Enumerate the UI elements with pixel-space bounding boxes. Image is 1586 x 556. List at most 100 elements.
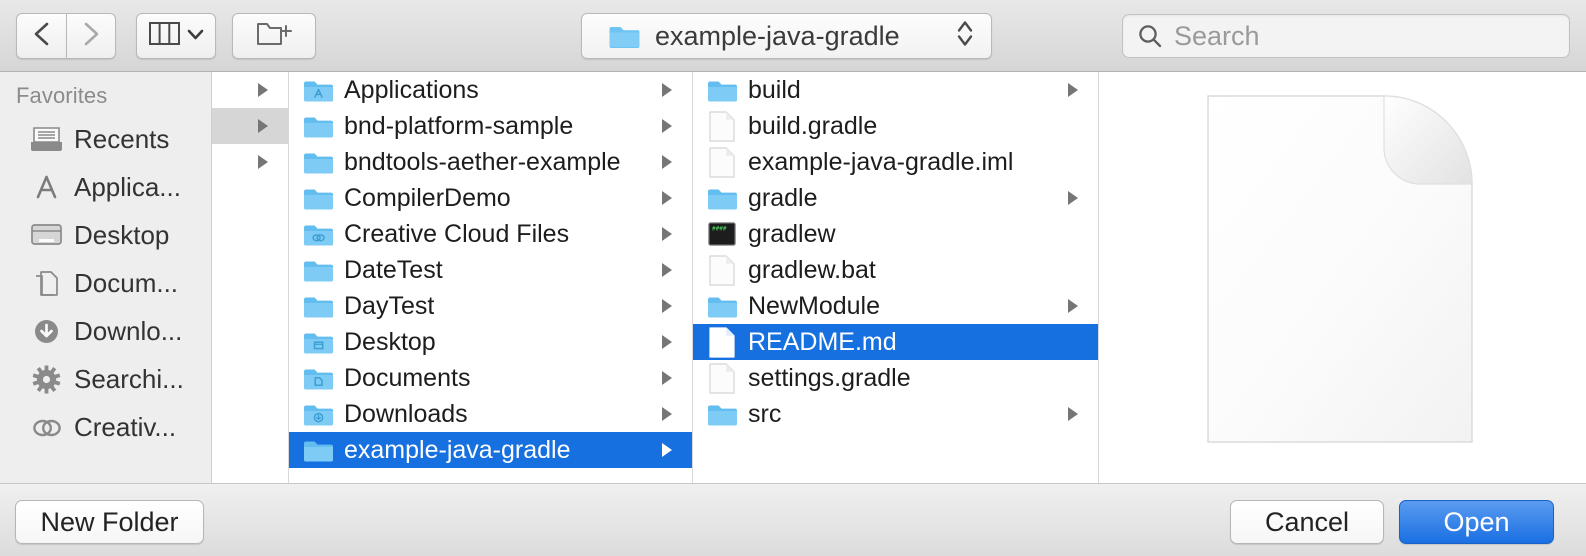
disclosure-arrow-icon[interactable] [659, 333, 682, 351]
disclosure-arrow-icon[interactable] [659, 405, 682, 423]
disclosure-arrow-icon[interactable] [659, 117, 682, 135]
disclosure-arrow-icon[interactable] [1065, 189, 1088, 207]
disclosure-arrow-icon[interactable] [1065, 405, 1088, 423]
path-popup-button[interactable]: example-java-gradle [581, 13, 992, 59]
disclosure-arrow-icon[interactable] [659, 369, 682, 387]
new-folder-button[interactable]: New Folder [15, 500, 204, 544]
file-row[interactable]: #### gradlew [693, 216, 1098, 252]
downloads-icon [26, 317, 66, 346]
file-row[interactable]: gradlew.bat [693, 252, 1098, 288]
folder-icon [301, 150, 335, 175]
file-row[interactable]: settings.gradle [693, 360, 1098, 396]
disclosure-arrow-icon[interactable] [659, 81, 682, 99]
column-row[interactable] [212, 432, 288, 468]
chevron-left-icon [32, 21, 52, 52]
document-icon [705, 326, 739, 358]
file-row[interactable]: DayTest [289, 288, 692, 324]
column-row[interactable] [212, 216, 288, 252]
file-row[interactable]: gradle [693, 180, 1098, 216]
up-down-stepper-icon[interactable] [956, 18, 974, 55]
file-row[interactable]: example-java-gradle.iml [693, 144, 1098, 180]
file-row[interactable]: build [693, 72, 1098, 108]
file-row[interactable]: README.md [693, 324, 1098, 360]
file-row[interactable]: DateTest [289, 252, 692, 288]
disclosure-arrow-icon[interactable] [1065, 81, 1088, 99]
column-row[interactable] [212, 396, 288, 432]
column-example-java-gradle[interactable]: build build.gradle example-java-gradle.iml… [693, 72, 1099, 483]
view-mode-button[interactable] [136, 13, 216, 59]
disclosure-arrow-icon[interactable] [255, 153, 278, 171]
document-icon [705, 146, 739, 178]
file-row[interactable]: bndtools-aether-example [289, 144, 692, 180]
folder-icon [705, 402, 739, 427]
file-row-label: example-java-gradle [344, 435, 571, 464]
file-row-label: example-java-gradle.iml [748, 147, 1014, 176]
folder-desktop-icon [301, 330, 335, 355]
column-row[interactable] [212, 144, 288, 180]
sidebar-item-desktop[interactable]: Desktop [0, 211, 211, 259]
file-row[interactable]: NewModule [693, 288, 1098, 324]
file-row[interactable]: bnd-platform-sample [289, 108, 692, 144]
file-row[interactable]: Desktop [289, 324, 692, 360]
desktop-icon [26, 221, 66, 250]
file-row[interactable]: Applications [289, 72, 692, 108]
new-folder-icon [256, 20, 292, 52]
cancel-button[interactable]: Cancel [1230, 500, 1384, 544]
folder-icon [301, 186, 335, 211]
column-parent[interactable] [212, 72, 289, 483]
folder-icon [301, 294, 335, 319]
file-row[interactable]: src [693, 396, 1098, 432]
file-row-label: build [748, 75, 801, 104]
document-icon [705, 110, 739, 142]
disclosure-arrow-icon[interactable] [1065, 297, 1088, 315]
disclosure-arrow-icon[interactable] [659, 441, 682, 459]
chevron-right-icon [81, 21, 101, 52]
file-row-label: CompilerDemo [344, 183, 511, 212]
sidebar-item-label: Searchi... [74, 363, 184, 394]
sidebar-item-searchi[interactable]: Searchi... [0, 355, 211, 403]
forward-button[interactable] [66, 13, 116, 59]
column-view-icon [148, 22, 180, 50]
applications-icon [26, 173, 66, 202]
disclosure-arrow-icon[interactable] [659, 225, 682, 243]
new-folder-toolbar-button[interactable] [232, 13, 316, 59]
document-icon [705, 362, 739, 394]
column-row[interactable] [212, 72, 288, 108]
sidebar-item-recents[interactable]: Recents [0, 115, 211, 163]
disclosure-arrow-icon[interactable] [659, 297, 682, 315]
file-row-label: DayTest [344, 291, 435, 320]
back-button[interactable] [16, 13, 66, 59]
file-row[interactable]: CompilerDemo [289, 180, 692, 216]
sidebar-item-creativ[interactable]: Creativ... [0, 403, 211, 451]
disclosure-arrow-icon[interactable] [255, 117, 278, 135]
column-row[interactable] [212, 360, 288, 396]
sidebar-section-header: Favorites [16, 83, 108, 108]
open-button[interactable]: Open [1399, 500, 1554, 544]
disclosure-arrow-icon[interactable] [255, 81, 278, 99]
file-row[interactable]: Documents [289, 360, 692, 396]
file-row-label: Creative Cloud Files [344, 219, 570, 248]
file-row[interactable]: example-java-gradle [289, 432, 692, 468]
file-row[interactable]: Downloads [289, 396, 692, 432]
search-input-placeholder[interactable]: Search [1174, 21, 1260, 52]
disclosure-arrow-icon[interactable] [659, 189, 682, 207]
disclosure-arrow-icon[interactable] [659, 153, 682, 171]
sidebar-item-downlo[interactable]: Downlo... [0, 307, 211, 355]
column-home[interactable]: Applications bnd-platform-sample bndtools-… [289, 72, 693, 483]
column-row[interactable] [212, 180, 288, 216]
column-row[interactable] [212, 108, 288, 144]
file-row[interactable]: build.gradle [693, 108, 1098, 144]
search-field[interactable]: Search [1122, 14, 1570, 58]
file-row-label: src [748, 399, 782, 428]
column-browser: Applications bnd-platform-sample bndtools-… [212, 72, 1586, 483]
folder-icon [301, 114, 335, 139]
file-row[interactable]: Creative Cloud Files [289, 216, 692, 252]
sidebar-item-docum[interactable]: Docum... [0, 259, 211, 307]
disclosure-arrow-icon[interactable] [659, 261, 682, 279]
column-row[interactable] [212, 324, 288, 360]
column-row[interactable] [212, 288, 288, 324]
file-row-label: Applications [344, 75, 479, 104]
column-row[interactable] [212, 252, 288, 288]
creative-cloud-icon [26, 413, 66, 442]
sidebar-item-applica[interactable]: Applica... [0, 163, 211, 211]
